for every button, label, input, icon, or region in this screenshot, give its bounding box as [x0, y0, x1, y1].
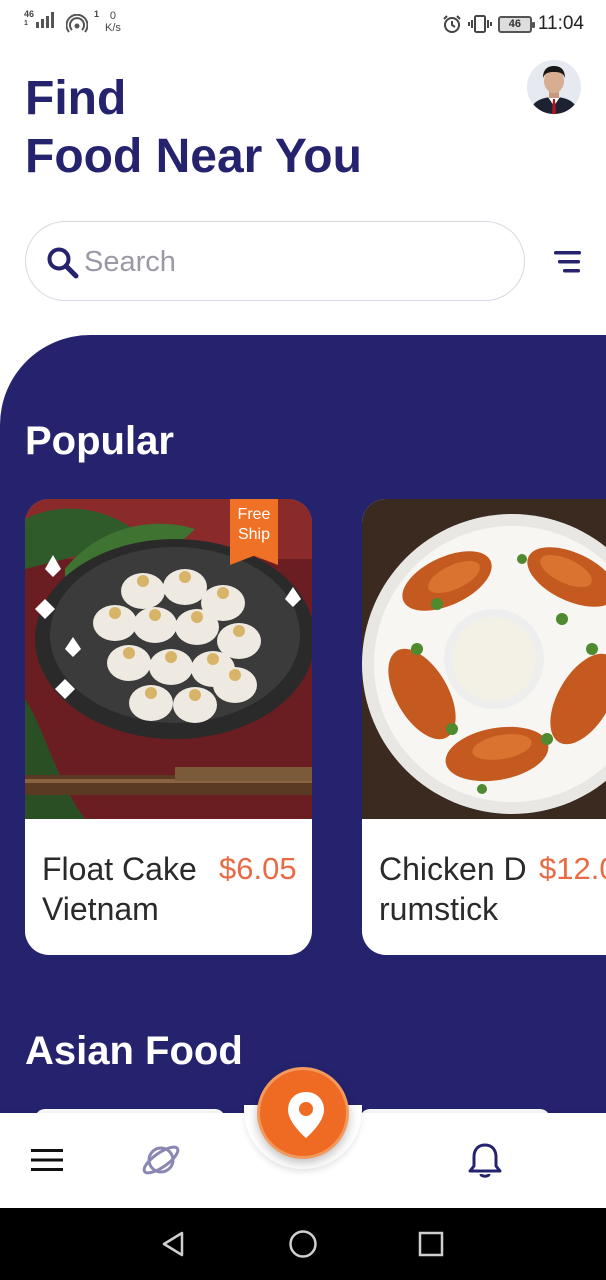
avatar[interactable] [527, 60, 581, 114]
food-name-line-2: rumstick [379, 891, 499, 927]
network-speed: 0 K/s [105, 10, 121, 34]
clock: 11:04 [537, 13, 584, 34]
food-name-line-2: Vietnam [42, 891, 159, 927]
speed-unit: K/s [105, 22, 121, 34]
home-icon[interactable] [288, 1229, 318, 1259]
planet-icon[interactable] [141, 1140, 181, 1180]
food-name-line-1: Chicken D [379, 851, 527, 887]
alarm-icon [443, 15, 461, 33]
location-pin-icon [288, 1092, 324, 1138]
status-right: 46 11:04 [442, 13, 584, 35]
search-bar[interactable] [25, 221, 525, 301]
badge-line-2: Ship [237, 526, 271, 543]
food-card[interactable]: Free Ship Float Cake Vietnam $6.05 [25, 499, 312, 955]
bell-icon[interactable] [468, 1141, 502, 1179]
battery-indicator: 46 [497, 15, 535, 33]
food-name: Chicken D rumstick [379, 849, 551, 929]
food-price: $12.05 [539, 851, 606, 886]
food-price: $6.05 [219, 851, 297, 886]
recents-icon[interactable] [418, 1231, 444, 1257]
location-button[interactable] [257, 1067, 349, 1159]
badge-line-1: Free [237, 506, 271, 523]
search-input[interactable] [84, 240, 504, 284]
search-icon [47, 247, 79, 279]
page-title: Find Food Near You [25, 70, 362, 186]
food-name-line-1: Float Cake [42, 851, 197, 887]
title-line-1: Find [25, 72, 127, 125]
network-type: 46 [24, 9, 35, 19]
section-title-popular: Popular [25, 419, 174, 463]
title-line-2: Food Near You [25, 130, 362, 183]
system-nav-bar [0, 1208, 606, 1280]
hotspot-count: 1 [94, 9, 100, 19]
back-icon[interactable] [160, 1230, 188, 1258]
profile-photo-icon [527, 60, 581, 114]
status-left: 46 1 1 0 K/s [24, 9, 121, 35]
hotspot-icon [66, 14, 89, 33]
menu-icon[interactable] [31, 1148, 63, 1172]
food-panel: Popular Free Ship Float Cake Vietnam $6.… [0, 335, 606, 1155]
section-title-asian-food: Asian Food [25, 1029, 243, 1073]
chicken-drumstick-image [362, 499, 606, 819]
food-card[interactable]: Chicken D rumstick $12.05 [362, 499, 606, 955]
signal-icon [36, 12, 55, 28]
status-bar: 46 1 1 0 K/s 46 11:04 [0, 0, 606, 50]
free-ship-badge: Free Ship [230, 499, 278, 565]
food-name: Float Cake Vietnam [42, 849, 214, 929]
speed-value: 0 [109, 10, 117, 22]
network-sub: 1 [24, 20, 28, 27]
signal-indicator: 46 1 [24, 10, 60, 28]
filter-icon[interactable] [550, 248, 584, 276]
vibrate-icon [467, 15, 492, 33]
